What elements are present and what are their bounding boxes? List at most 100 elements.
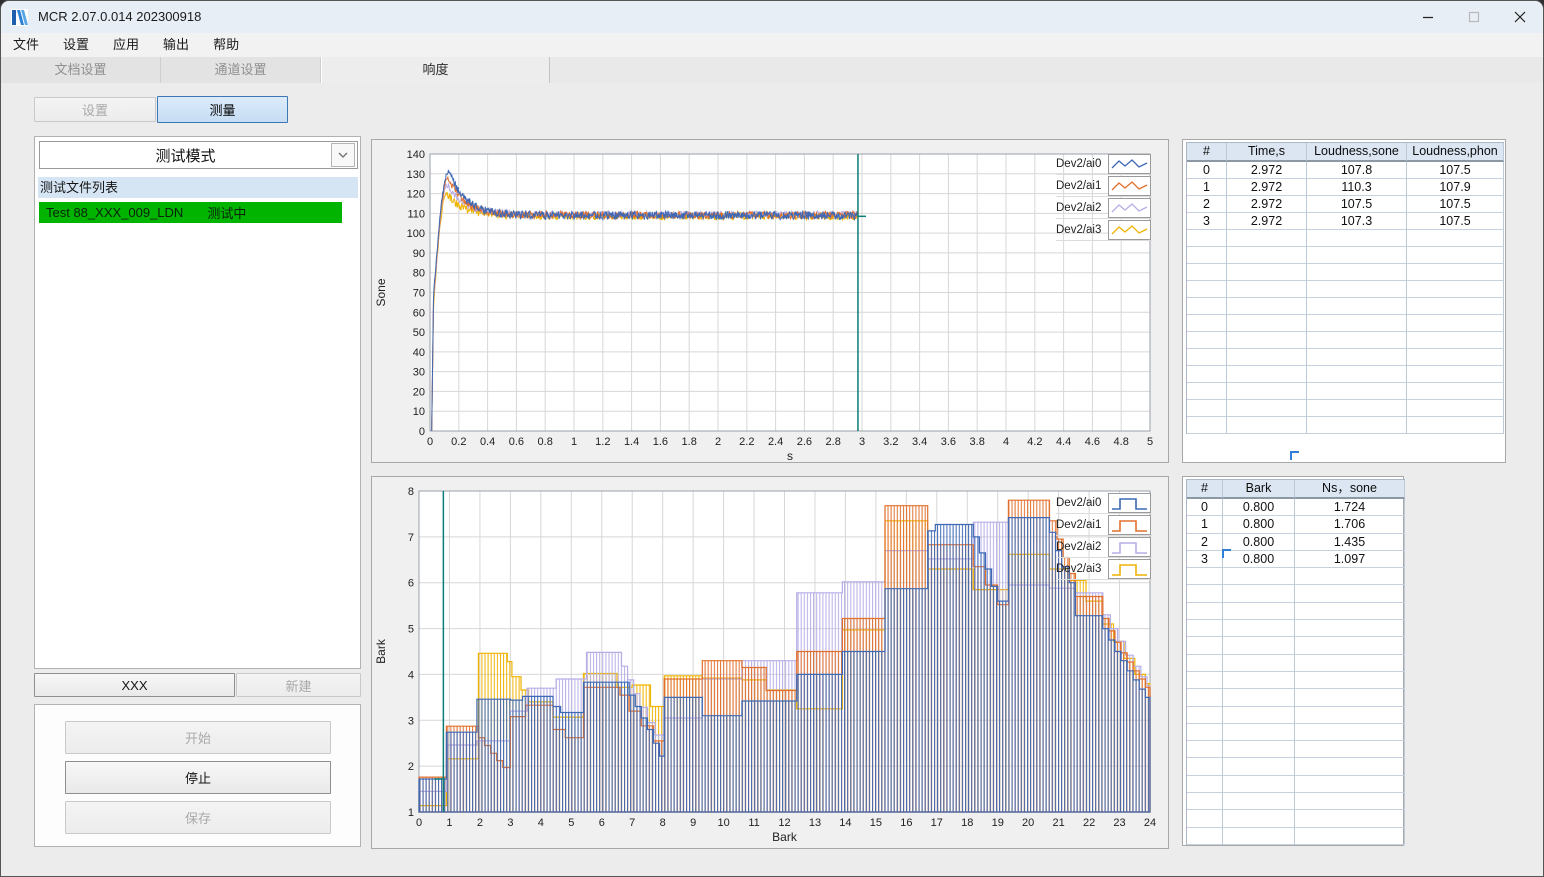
close-icon	[1514, 11, 1526, 23]
table-empty-row	[1187, 264, 1504, 281]
loudness-time-chart-panel: 0 0.2 0.4 0.6 0.8 1 1.2 1.4 1.6 1.8 2 2.2 2.4 2.6 2.8 3…	[371, 139, 1169, 463]
table-cell: 1.097	[1295, 550, 1405, 569]
column-header[interactable]: Loudness,sone	[1307, 143, 1407, 162]
minimize-button[interactable]	[1405, 1, 1451, 33]
table-cell	[1407, 400, 1504, 417]
legend-entry-Dev2-ai1[interactable]: Dev2/ai1	[1056, 514, 1152, 536]
step-series-icon	[1108, 492, 1151, 513]
test-mode-value: 测试模式	[155, 147, 216, 165]
legend-entry-Dev2-ai2[interactable]: Dev2/ai2	[1056, 197, 1152, 219]
x-tick-label: 20	[1022, 817, 1034, 829]
menu-item-0[interactable]: 文件	[1, 33, 51, 57]
y-tick-label: 3	[408, 715, 414, 727]
test-mode-dropdown[interactable]: 测试模式	[39, 141, 358, 169]
tab-0[interactable]: 文档设置	[1, 57, 161, 83]
settings-mode-button[interactable]: 设置	[34, 97, 156, 122]
loudness-time-chart[interactable]: 0 0.2 0.4 0.6 0.8 1 1.2 1.4 1.6 1.8 2 2.2 2.4 2.6 2.8 3…	[372, 140, 1168, 463]
x-tick-label: 1.6	[653, 436, 668, 448]
y-tick-label: 140	[407, 149, 425, 161]
table-cell	[1227, 247, 1307, 264]
x-tick-label: 4	[538, 817, 544, 829]
save-button[interactable]: 保存	[65, 801, 331, 834]
bark-table: # Bark Ns，sone 0 0.800 1.724 1 0.800 1.706 2 0.800…	[1186, 479, 1405, 845]
table-row[interactable]: 1 2.972 110.3 107.9	[1187, 179, 1504, 196]
table-cell	[1307, 315, 1407, 332]
y-axis-label: Bark	[374, 638, 388, 664]
table-cell	[1295, 654, 1405, 672]
column-header[interactable]: #	[1187, 480, 1223, 499]
table-cell	[1187, 671, 1223, 690]
table-row[interactable]: 2 0.800 1.435	[1187, 533, 1405, 551]
main-content: 设置 测量 测试模式 测试文件列表 Test 88_XXX_009_LDN 测试中…	[1, 83, 1543, 876]
new-file-button[interactable]: 新建	[236, 673, 361, 697]
menu-item-2[interactable]: 应用	[101, 33, 151, 57]
table-cell	[1295, 741, 1405, 759]
start-button[interactable]: 开始	[65, 721, 331, 754]
x-tick-label: 0	[427, 436, 433, 448]
maximize-button[interactable]	[1451, 1, 1497, 33]
column-header[interactable]: Time,s	[1227, 143, 1307, 162]
menu-item-3[interactable]: 输出	[151, 33, 201, 57]
x-tick-label: 3	[507, 817, 513, 829]
table-empty-row	[1187, 827, 1405, 845]
table-row[interactable]: 0 0.800 1.724	[1187, 499, 1405, 517]
tab-1[interactable]: 通道设置	[161, 57, 321, 83]
table-row[interactable]: 2 2.972 107.5 107.5	[1187, 196, 1504, 213]
x-tick-label: 5	[1147, 436, 1153, 448]
table-row[interactable]: 1 0.800 1.706	[1187, 516, 1405, 534]
table-cell	[1407, 247, 1504, 264]
y-tick-label: 4	[408, 669, 414, 681]
table-row[interactable]: 3 2.972 107.3 107.5	[1187, 213, 1504, 230]
legend-entry-Dev2-ai0[interactable]: Dev2/ai0	[1056, 492, 1152, 514]
table-cell	[1187, 264, 1227, 281]
x-tick-label: 3.6	[941, 436, 956, 448]
x-tick-label: 4.6	[1085, 436, 1100, 448]
bark-histogram-chart[interactable]: 0 1 2 3 4 5 6 7 8 9 10 11 12 13 14 15 16 17 18 19 20 21 22 23 24…	[372, 477, 1168, 848]
table-cell	[1223, 585, 1295, 603]
bark-chart-legend: Dev2/ai0 Dev2/ai1 Dev2/ai2 Dev2/ai3	[1056, 492, 1152, 580]
column-header[interactable]: Ns，sone	[1295, 480, 1405, 499]
legend-entry-Dev2-ai1[interactable]: Dev2/ai1	[1056, 175, 1152, 197]
table-cell	[1307, 417, 1407, 434]
tab-2[interactable]: 响度	[321, 57, 550, 83]
table-cell	[1307, 264, 1407, 281]
cell-selection-marker	[1222, 549, 1231, 558]
table-row[interactable]: 0 2.972 107.8 107.5	[1187, 162, 1504, 179]
table-cell	[1187, 723, 1223, 742]
xxx-button[interactable]: XXX	[34, 673, 235, 697]
test-file-panel: 测试模式 测试文件列表 Test 88_XXX_009_LDN 测试中	[34, 136, 361, 669]
table-cell	[1187, 602, 1223, 621]
x-tick-label: 16	[900, 817, 912, 829]
legend-entry-Dev2-ai0[interactable]: Dev2/ai0	[1056, 153, 1152, 175]
x-tick-label: 3	[859, 436, 865, 448]
column-header[interactable]: #	[1187, 143, 1227, 162]
x-tick-label: 15	[870, 817, 882, 829]
table-empty-row	[1187, 620, 1405, 638]
y-tick-label: 60	[413, 307, 425, 319]
table-cell: 107.5	[1407, 213, 1504, 230]
table-empty-row	[1187, 417, 1504, 434]
table-cell	[1307, 247, 1407, 264]
table-empty-row	[1187, 654, 1405, 672]
legend-entry-Dev2-ai3[interactable]: Dev2/ai3	[1056, 558, 1152, 580]
menu-item-1[interactable]: 设置	[51, 33, 101, 57]
table-cell	[1223, 620, 1295, 638]
table-row[interactable]: 3 0.800 1.097	[1187, 550, 1405, 569]
x-tick-label: 2	[477, 817, 483, 829]
table-cell	[1227, 400, 1307, 417]
y-tick-label: 50	[413, 327, 425, 339]
x-tick-label: 5	[568, 817, 574, 829]
x-tick-label: 13	[809, 817, 821, 829]
table-cell	[1187, 689, 1223, 707]
stop-button[interactable]: 停止	[65, 761, 331, 794]
measure-mode-button[interactable]: 测量	[157, 96, 288, 123]
table-cell	[1223, 741, 1295, 759]
close-button[interactable]	[1497, 1, 1543, 33]
column-header[interactable]: Bark	[1223, 480, 1295, 499]
menu-item-4[interactable]: 帮助	[201, 33, 251, 57]
loudness-table-panel: # Time,s Loudness,sone Loudness,phon 0 2.972 1…	[1182, 139, 1506, 463]
legend-entry-Dev2-ai2[interactable]: Dev2/ai2	[1056, 536, 1152, 558]
column-header[interactable]: Loudness,phon	[1407, 143, 1504, 162]
legend-entry-Dev2-ai3[interactable]: Dev2/ai3	[1056, 219, 1152, 241]
test-file-row[interactable]: Test 88_XXX_009_LDN 测试中	[39, 202, 342, 223]
